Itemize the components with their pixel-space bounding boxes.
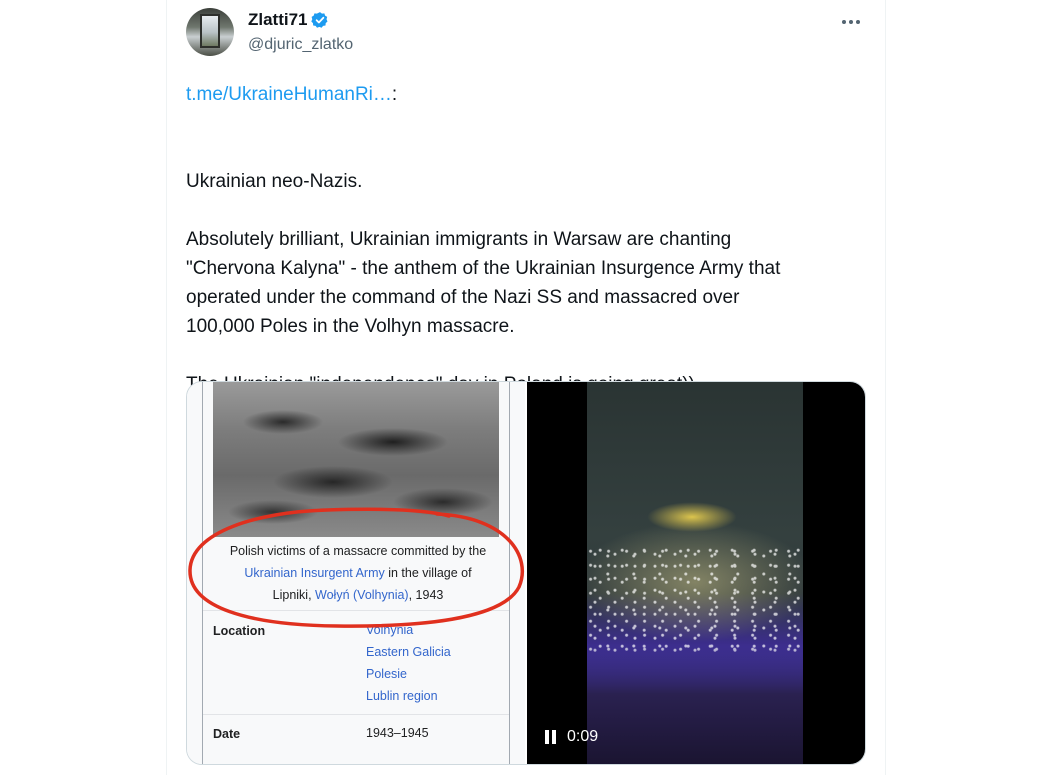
video-timestamp: 0:09 (567, 728, 599, 745)
wiki-divider (203, 714, 509, 715)
verified-badge-icon[interactable] (310, 11, 329, 29)
tweet-link-line: t.me/UkraineHumanRi…: (186, 80, 866, 109)
flag-line-text: Ukrainian neo-Nazis. (186, 171, 363, 192)
photo-caption: Polish victims of a massacre committed b… (213, 540, 503, 606)
caption-line-3-start: Lipniki, (272, 588, 316, 602)
flag-line (186, 138, 866, 167)
location-item: Polesie (366, 667, 407, 681)
author-name-row[interactable]: Zlatti71 (248, 10, 329, 30)
location-item: Volhynia (366, 623, 414, 637)
author-handle[interactable]: @djuric_zlatko (248, 36, 353, 54)
wiki-infobox: Polish victims of a massacre committed b… (202, 382, 510, 764)
author-display-name[interactable]: Zlatti71 (248, 10, 308, 30)
location-item: Eastern Galicia (366, 645, 451, 659)
caption-line-2: Ukrainian Insurgent Army in the village … (213, 562, 503, 584)
avatar[interactable] (186, 8, 234, 56)
video-thumbnail (587, 382, 803, 764)
caption-link-volhynia: Wołyń (Volhynia) (315, 588, 409, 602)
tweet-paragraph-1-line-1: Absolutely brilliant, Ukrainian immigran… (186, 229, 732, 250)
tweet-paragraph-1-line-2: "Chervona Kalyna" - the anthem of the Uk… (186, 258, 781, 279)
pause-icon[interactable] (545, 730, 559, 744)
caption-line-3-end: , 1943 (408, 588, 444, 602)
caption-line-1: Polish victims of a massacre committed b… (229, 544, 487, 558)
massacre-photo (213, 382, 499, 537)
page: Zlatti71 @djuric_zlatko t.me/UkraineHuma… (0, 0, 1050, 775)
ukraine-flag-icon (186, 144, 210, 160)
more-options-icon[interactable] (839, 10, 863, 34)
wiki-divider (203, 610, 509, 611)
media-grid: Polish victims of a massacre committed b… (186, 381, 866, 765)
link-suffix: : (391, 84, 398, 105)
date-label: Date (213, 727, 241, 741)
location-values: Volhynia Eastern Galicia Polesie Lublin … (366, 619, 451, 707)
tweet-paragraph-1-line-3: operated under the command of the Nazi S… (186, 287, 740, 308)
location-item: Lublin region (366, 689, 438, 703)
location-label: Location (213, 624, 266, 638)
date-value: 1943–1945 (366, 726, 429, 740)
video-controls: 0:09 (545, 728, 598, 746)
media-video[interactable]: 0:09 (527, 382, 865, 764)
telegram-link[interactable]: t.me/UkraineHumanRi… (186, 84, 392, 105)
tweet: Zlatti71 @djuric_zlatko t.me/UkraineHuma… (166, 0, 886, 775)
caption-line-2-rest: in the village of (384, 566, 472, 580)
tweet-paragraph-1-line-4: 100,000 Poles in the Volhyn massacre. (186, 316, 515, 337)
media-image[interactable]: Polish victims of a massacre committed b… (187, 382, 525, 764)
caption-link-uia: Ukrainian Insurgent Army (244, 566, 385, 580)
tweet-text: t.me/UkraineHumanRi…: Ukrainian neo-Nazi… (186, 80, 866, 399)
caption-line-3: Lipniki, Wołyń (Volhynia), 1943 (213, 584, 503, 606)
